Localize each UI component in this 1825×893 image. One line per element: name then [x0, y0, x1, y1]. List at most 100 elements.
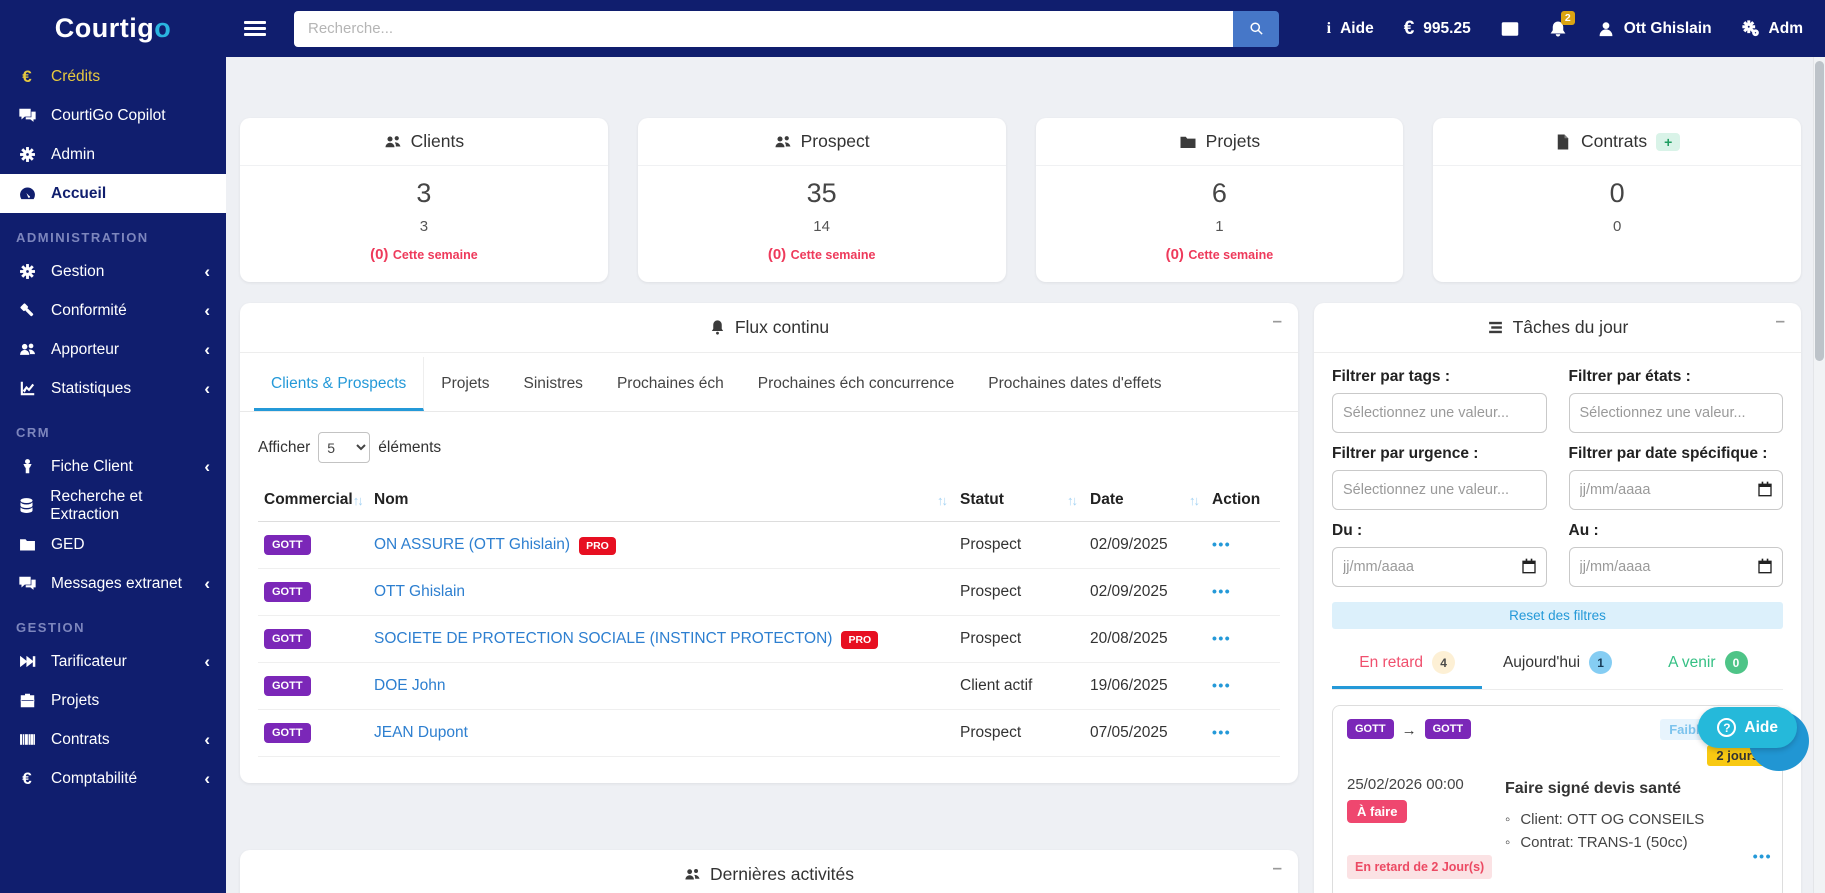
filter-label: Filtrer par date spécifique :: [1568, 445, 1768, 462]
client-name-link[interactable]: ON ASSURE (OTT Ghislain): [374, 536, 570, 553]
notifications-button[interactable]: 2: [1549, 10, 1575, 38]
sort-icon[interactable]: ↑↓: [937, 493, 948, 508]
filter-label: Filtrer par états :: [1568, 368, 1691, 385]
column-header-nom[interactable]: Nom ↑↓: [374, 491, 960, 509]
tab-en-retard[interactable]: En retard 4: [1332, 637, 1483, 689]
task-title: Faire signé devis santé: [1505, 780, 1682, 797]
tab-prochaines-ech-concurrence[interactable]: Prochaines éch concurrence: [741, 357, 971, 411]
client-name-link[interactable]: DOE John: [374, 677, 446, 694]
credits-balance[interactable]: € 995.25: [1404, 18, 1471, 40]
date-au-input[interactable]: [1568, 547, 1783, 587]
sidebar-item-tarificateur[interactable]: Tarificateur ‹: [0, 642, 226, 681]
statut-cell: Prospect: [960, 724, 1022, 741]
task-details: Faire signé devis santé ◦ Client: OTT OG …: [1505, 776, 1768, 879]
reset-filters-button[interactable]: Reset des filtres: [1332, 602, 1783, 629]
sidebar-item-messages-extranet[interactable]: Messages extranet ‹: [0, 564, 226, 603]
app-logo[interactable]: Courtig o: [0, 0, 226, 57]
user-menu[interactable]: Ott Ghislain: [1597, 20, 1712, 38]
etats-filter-select[interactable]: [1568, 393, 1783, 433]
sidebar: Courtig o € Crédits CourtiGo Copilot Admi…: [0, 0, 226, 893]
date-specifique-input[interactable]: [1568, 470, 1783, 510]
filter-du: Du :: [1332, 522, 1547, 587]
sidebar-item-copilot[interactable]: CourtiGo Copilot: [0, 96, 226, 135]
row-actions-button[interactable]: •••: [1212, 677, 1231, 693]
sidebar-item-gestion[interactable]: Gestion ‹: [0, 252, 226, 291]
sort-icon[interactable]: ↑↓: [1067, 493, 1078, 508]
task-actions-button[interactable]: •••: [1753, 848, 1772, 864]
admin-menu[interactable]: Adm: [1741, 20, 1803, 38]
tags-filter-select[interactable]: [1332, 393, 1547, 433]
calendar-icon[interactable]: [1521, 558, 1537, 574]
pro-badge: PRO: [579, 536, 616, 555]
chevron-left-icon: ‹: [204, 730, 210, 749]
sort-icon[interactable]: ↑↓: [353, 493, 364, 508]
comments-icon: [16, 575, 38, 592]
flux-panel-header: Flux continu –: [240, 303, 1298, 353]
help-nav-link[interactable]: i Aide: [1327, 20, 1374, 38]
collapse-icon[interactable]: –: [1273, 858, 1282, 878]
dernieres-activites-panel: Dernières activités –: [240, 850, 1298, 893]
sidebar-item-apporteur[interactable]: Apporteur ‹: [0, 330, 226, 369]
sidebar-item-fiche-client[interactable]: Fiche Client ‹: [0, 447, 226, 486]
table-row: GOTT OTT Ghislain Prospect 02/09/2025 ••…: [258, 569, 1280, 616]
sidebar-item-comptabilite[interactable]: € Comptabilité ‹: [0, 759, 226, 798]
messages-button[interactable]: [1501, 20, 1519, 38]
tab-aujourdhui[interactable]: Aujourd'hui 1: [1482, 637, 1632, 689]
table-row: GOTT ON ASSURE (OTT Ghislain) PRO Prospec…: [258, 522, 1280, 569]
sidebar-item-statistiques[interactable]: Statistiques ‹: [0, 369, 226, 408]
search-input[interactable]: [294, 10, 1233, 47]
tab-a-venir[interactable]: A venir 0: [1633, 637, 1783, 689]
urgence-filter-select[interactable]: [1332, 470, 1547, 510]
users-icon: [685, 868, 700, 880]
date-du-input[interactable]: [1332, 547, 1547, 587]
row-actions-button[interactable]: •••: [1212, 536, 1231, 552]
show-label: Afficher: [258, 438, 311, 456]
sort-icon[interactable]: ↑↓: [1189, 493, 1200, 508]
collapse-icon[interactable]: –: [1273, 311, 1282, 331]
sidebar-item-label: Recherche et Extraction: [50, 487, 143, 523]
stat-card-title: Prospect: [800, 131, 870, 151]
chart-line-icon: [16, 380, 38, 397]
sidebar-item-admin[interactable]: Admin: [0, 135, 226, 174]
tab-clients-prospects[interactable]: Clients & Prospects: [254, 357, 425, 411]
user-name: Ott Ghislain: [1623, 19, 1712, 37]
scrollbar-thumb[interactable]: [1815, 61, 1824, 361]
row-actions-button[interactable]: •••: [1212, 583, 1231, 599]
folder-icon: [1180, 136, 1196, 148]
sidebar-item-recherche-extraction[interactable]: Recherche et Extraction: [0, 486, 226, 525]
sidebar-item-credits[interactable]: € Crédits: [0, 57, 226, 96]
sidebar-item-conformite[interactable]: Conformité ‹: [0, 291, 226, 330]
client-name-link[interactable]: SOCIETE DE PROTECTION SOCIALE (INSTINCT …: [374, 630, 832, 647]
tab-prochaines-dates-effets[interactable]: Prochaines dates d'effets: [971, 357, 1178, 411]
tab-prochaines-ech[interactable]: Prochaines éch: [600, 357, 741, 411]
task-from-badge: GOTT: [1347, 719, 1394, 739]
logo-o: o: [154, 13, 172, 43]
page-size-select[interactable]: 5: [318, 432, 371, 463]
sidebar-item-accueil[interactable]: Accueil: [0, 174, 226, 213]
chevron-left-icon: ‹: [204, 379, 210, 398]
tab-projets[interactable]: Projets: [424, 357, 506, 411]
calendar-icon[interactable]: [1757, 481, 1773, 497]
column-header-statut[interactable]: Statut ↑↓: [960, 491, 1090, 509]
calendar-icon[interactable]: [1757, 558, 1773, 574]
client-name-link[interactable]: OTT Ghislain: [374, 583, 465, 600]
briefcase-icon: [16, 692, 38, 709]
sidebar-item-ged[interactable]: GED: [0, 525, 226, 564]
client-name-link[interactable]: JEAN Dupont: [374, 724, 468, 741]
add-contract-button[interactable]: +: [1656, 132, 1681, 151]
search-button[interactable]: [1233, 10, 1279, 47]
sidebar-item-contrats[interactable]: Contrats ‹: [0, 720, 226, 759]
hamburger-menu-icon[interactable]: [244, 18, 266, 39]
tab-sinistres[interactable]: Sinistres: [507, 357, 600, 411]
collapse-icon[interactable]: –: [1776, 311, 1785, 331]
sidebar-section-crm: CRM: [16, 424, 51, 440]
column-header-commercial[interactable]: Commercial ↑↓: [264, 491, 374, 509]
row-actions-button[interactable]: •••: [1212, 724, 1231, 740]
column-header-date[interactable]: Date ↑↓: [1090, 491, 1212, 509]
vertical-scrollbar[interactable]: [1813, 57, 1825, 893]
pro-badge: PRO: [841, 630, 879, 649]
help-floating-button[interactable]: ? Aide: [1698, 707, 1797, 748]
row-actions-button[interactable]: •••: [1212, 630, 1231, 646]
sidebar-item-projets[interactable]: Projets: [0, 681, 226, 720]
users-icon: [16, 341, 38, 358]
